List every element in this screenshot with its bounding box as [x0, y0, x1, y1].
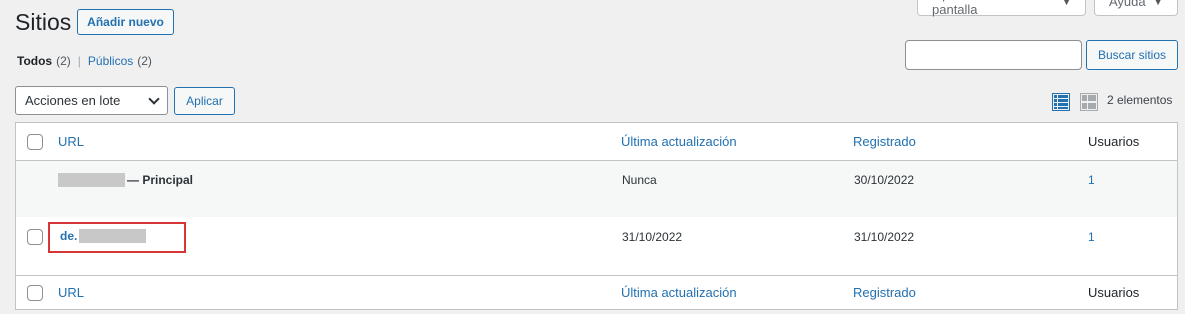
caret-down-icon: ▼: [1062, 0, 1071, 7]
help-button[interactable]: Ayuda ▼: [1094, 0, 1178, 16]
table-row: — Principal Nunca 30/10/2022 1: [16, 161, 1177, 217]
view-separator: |: [77, 54, 81, 68]
view-all-count: (2): [56, 54, 71, 68]
screen-options-button[interactable]: Opciones de pantalla ▼: [917, 0, 1086, 17]
help-label: Ayuda: [1109, 0, 1146, 9]
column-registered[interactable]: Registrado: [853, 134, 916, 149]
column-registered-footer[interactable]: Registrado: [853, 285, 916, 300]
view-public-link[interactable]: Públicos: [88, 54, 133, 68]
table-header-row: URL Última actualización Registrado Usua…: [16, 123, 1177, 161]
column-users-footer: Usuarios: [1088, 285, 1140, 300]
search-input[interactable]: [905, 40, 1082, 70]
table-row: de. 31/10/2022 31/10/2022 1: [16, 217, 1177, 275]
primary-label: — Principal: [127, 173, 194, 187]
view-filters: Todos (2) | Públicos (2): [17, 54, 152, 68]
select-all-checkbox-footer[interactable]: [27, 285, 43, 301]
page-title: Sitios: [15, 9, 72, 35]
view-all-link[interactable]: Todos: [17, 54, 52, 68]
redacted-site-url[interactable]: [58, 173, 125, 187]
chevron-down-icon: [148, 92, 160, 105]
search-sites-button[interactable]: Buscar sitios: [1086, 40, 1178, 70]
table-footer-row: URL Última actualización Registrado Usua…: [16, 275, 1177, 311]
row-checkbox[interactable]: [27, 229, 43, 245]
column-url-footer[interactable]: URL: [58, 285, 84, 300]
screen-options-label: Opciones de pantalla: [932, 0, 1005, 17]
select-all-checkbox[interactable]: [27, 134, 43, 150]
column-users: Usuarios: [1088, 134, 1140, 149]
bulk-actions-select[interactable]: Acciones en lote: [15, 86, 168, 115]
users-cell[interactable]: 1: [1088, 173, 1095, 187]
add-new-button[interactable]: Añadir nuevo: [77, 9, 174, 35]
sites-table: URL Última actualización Registrado Usua…: [15, 122, 1178, 310]
users-cell[interactable]: 1: [1088, 230, 1095, 244]
caret-down-icon: ▼: [1153, 0, 1163, 7]
column-last-updated-footer[interactable]: Última actualización: [621, 285, 737, 300]
last-updated-cell: Nunca: [622, 173, 657, 187]
registered-cell: 30/10/2022: [854, 173, 915, 187]
last-updated-cell: 31/10/2022: [622, 230, 683, 244]
excerpt-view-icon[interactable]: [1080, 93, 1098, 111]
highlight-annotation: [48, 222, 186, 253]
list-view-icon[interactable]: [1052, 93, 1070, 111]
column-url[interactable]: URL: [58, 134, 84, 149]
view-public-count: (2): [137, 54, 152, 68]
apply-button[interactable]: Aplicar: [174, 87, 235, 115]
bulk-actions-value: Acciones en lote: [25, 93, 121, 108]
items-count: 2 elementos: [1107, 93, 1173, 107]
column-last-updated[interactable]: Última actualización: [621, 134, 737, 149]
registered-cell: 31/10/2022: [854, 230, 915, 244]
